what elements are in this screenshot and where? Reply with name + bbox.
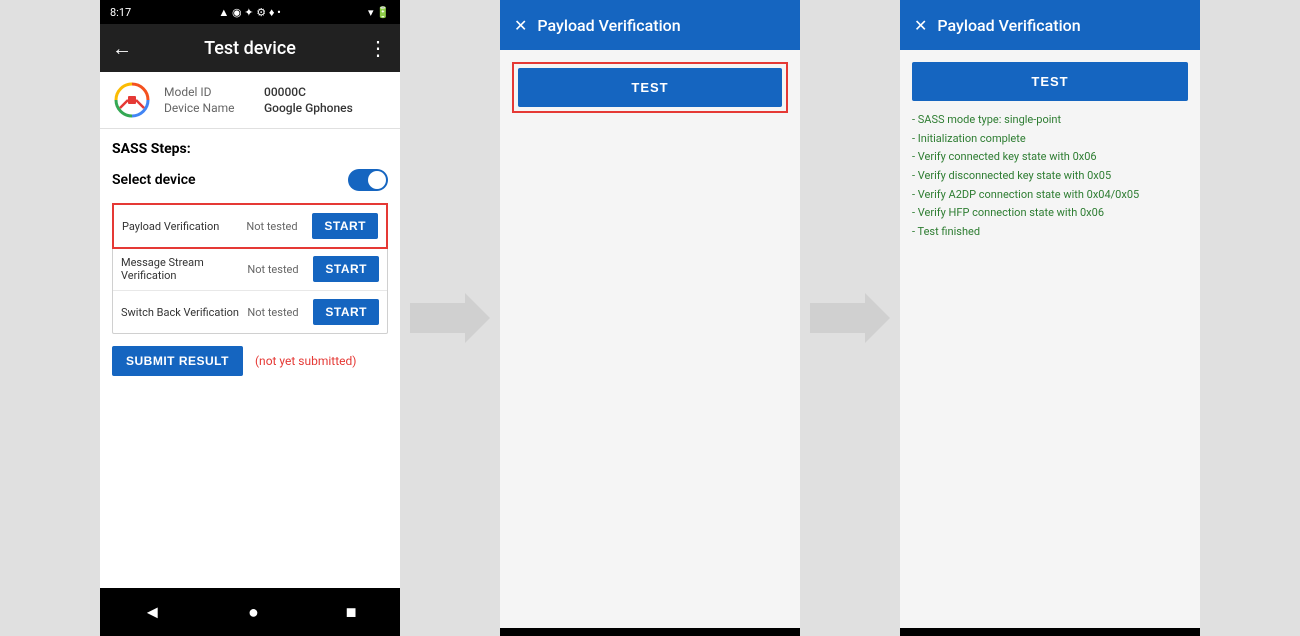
sass-title: SASS Steps:: [112, 141, 388, 157]
status-bar: 8:17 ▲ ◉ ✦ ⚙ ♦ • ▾ 🔋: [100, 0, 400, 24]
result-item: - Verify connected key state with 0x06: [912, 148, 1188, 167]
dialog-screen-1: ✕ Payload Verification TEST: [500, 0, 800, 636]
result-item: - Verify disconnected key state with 0x0…: [912, 167, 1188, 186]
time-label: 8:17: [110, 6, 131, 19]
select-device-label: Select device: [112, 172, 196, 188]
result-item: - Test finished: [912, 223, 1188, 242]
dialog-bottom-bar-2: [900, 628, 1200, 636]
nav-recents-button[interactable]: ■: [346, 602, 357, 623]
start-btn-switchback[interactable]: START: [313, 299, 379, 325]
device-details: Model ID 00000C Device Name Google Gphon…: [164, 85, 353, 115]
arrow-1-container: [400, 0, 500, 636]
signal-icons: ▾ 🔋: [368, 6, 390, 19]
select-device-row: Select device: [112, 165, 388, 199]
result-item: - Verify HFP connection state with 0x06: [912, 204, 1188, 223]
step-name-switchback: Switch Back Verification: [121, 306, 241, 319]
nav-home-button[interactable]: ●: [248, 602, 259, 623]
step-status-switchback: Not tested: [247, 306, 307, 319]
phone-header: ← Test device ⋮: [100, 24, 400, 72]
phone-screen: 8:17 ▲ ◉ ✦ ⚙ ♦ • ▾ 🔋 ← Test device ⋮ Mod…: [100, 0, 400, 636]
dialog-header-2: ✕ Payload Verification: [900, 0, 1200, 50]
verification-results: - SASS mode type: single-point- Initiali…: [912, 111, 1188, 242]
test-button-2[interactable]: TEST: [912, 62, 1188, 101]
result-item: - Initialization complete: [912, 130, 1188, 149]
page-title: Test device: [204, 38, 296, 59]
start-btn-message[interactable]: START: [313, 256, 379, 282]
step-row-payload: Payload Verification Not tested START: [112, 203, 388, 249]
device-info-section: Model ID 00000C Device Name Google Gphon…: [100, 72, 400, 129]
step-name-message: Message Stream Verification: [121, 256, 241, 282]
step-row-message: Message Stream Verification Not tested S…: [113, 248, 387, 291]
device-name-label: Device Name: [164, 101, 244, 115]
device-name-row: Device Name Google Gphones: [164, 101, 353, 115]
dialog-content-2: TEST - SASS mode type: single-point- Ini…: [900, 50, 1200, 628]
dialog-content-1: TEST: [500, 50, 800, 628]
phone-nav-bar: ◄ ● ■: [100, 588, 400, 636]
dialog-bottom-bar-1: [500, 628, 800, 636]
step-status-payload: Not tested: [246, 220, 306, 233]
test-button-1[interactable]: TEST: [518, 68, 782, 107]
result-item: - SASS mode type: single-point: [912, 111, 1188, 130]
dialog-close-button-2[interactable]: ✕: [914, 16, 927, 35]
more-options-button[interactable]: ⋮: [368, 36, 388, 60]
step-name-payload: Payload Verification: [122, 220, 240, 233]
dialog-title-1: Payload Verification: [537, 16, 680, 35]
step-row-switchback: Switch Back Verification Not tested STAR…: [113, 291, 387, 333]
model-id-label: Model ID: [164, 85, 244, 99]
select-device-toggle[interactable]: [348, 169, 388, 191]
status-icons: ▲ ◉ ✦ ⚙ ♦ •: [218, 6, 281, 19]
dialog-close-button-1[interactable]: ✕: [514, 16, 527, 35]
model-id-row: Model ID 00000C: [164, 85, 353, 99]
nav-back-button[interactable]: ◄: [143, 602, 161, 623]
dialog-title-2: Payload Verification: [937, 16, 1080, 35]
start-btn-payload[interactable]: START: [312, 213, 378, 239]
submit-note: (not yet submitted): [255, 354, 357, 368]
result-item: - Verify A2DP connection state with 0x04…: [912, 186, 1188, 205]
dialog-header-1: ✕ Payload Verification: [500, 0, 800, 50]
dialog-screen-2: ✕ Payload Verification TEST - SASS mode …: [900, 0, 1200, 636]
arrow-2-container: [800, 0, 900, 636]
test-btn-wrapper-1: TEST: [512, 62, 788, 113]
step-status-message: Not tested: [247, 263, 307, 276]
submit-section: SUBMIT RESULT (not yet submitted): [100, 334, 400, 388]
device-name-value: Google Gphones: [264, 101, 353, 115]
test-steps-list: Payload Verification Not tested START Me…: [112, 203, 388, 334]
back-button[interactable]: ←: [112, 36, 132, 61]
sass-section: SASS Steps: Select device: [100, 129, 400, 203]
device-logo-icon: [112, 80, 152, 120]
arrow-right-icon: [410, 293, 490, 343]
arrow-right-icon-2: [810, 293, 890, 343]
model-id-value: 00000C: [264, 85, 306, 99]
submit-result-button[interactable]: SUBMIT RESULT: [112, 346, 243, 376]
